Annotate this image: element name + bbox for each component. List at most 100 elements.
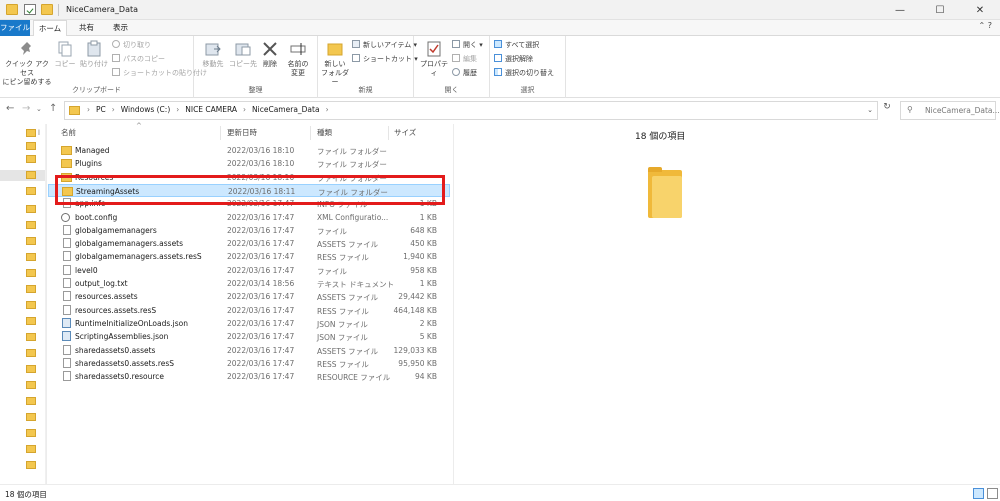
history-button[interactable]: 履歴 <box>452 68 477 79</box>
new-folder-quick-icon[interactable] <box>41 4 53 15</box>
maximize-button[interactable]: ☐ <box>920 0 960 20</box>
file-row[interactable]: app.info 2022/03/16 17:47 INFO ファイル 1 KB <box>48 197 450 210</box>
breadcrumb-current[interactable]: NiceCamera_Data <box>252 105 320 114</box>
status-bar: 18 個の項目 <box>0 484 1000 501</box>
file-row[interactable]: resources.assets 2022/03/16 17:47 ASSETS フ… <box>48 290 450 303</box>
nav-item[interactable] <box>0 332 46 343</box>
new-folder-button[interactable]: 新しい フォルダー <box>320 40 350 87</box>
file-type: ASSETS ファイル <box>317 240 379 250</box>
nav-item[interactable] <box>0 396 46 407</box>
nav-item[interactable] <box>0 428 46 439</box>
refresh-icon[interactable]: ↻ <box>880 102 894 119</box>
nav-item[interactable] <box>0 284 46 295</box>
nav-item[interactable] <box>0 141 46 152</box>
properties-button[interactable]: プロパティ <box>418 40 450 78</box>
nav-item[interactable] <box>0 364 46 375</box>
recent-locations-chevron-icon[interactable]: ⌄ <box>36 105 42 113</box>
address-bar[interactable]: › PC › Windows (C:) › NICE CAMERA › Nice… <box>64 101 878 120</box>
tab-share[interactable]: 共有 <box>73 20 100 36</box>
file-row[interactable]: globalgamemanagers.assets 2022/03/16 17:4… <box>48 237 450 250</box>
file-name: resources.assets <box>75 292 138 302</box>
edit-button[interactable]: 編集 <box>452 54 477 65</box>
breadcrumb-drive[interactable]: Windows (C:) <box>121 105 170 114</box>
file-row[interactable]: sharedassets0.assets.resS 2022/03/16 17:4… <box>48 357 450 370</box>
nav-item[interactable] <box>0 236 46 247</box>
file-row-selected[interactable]: StreamingAssets 2022/03/16 18:11 ファイル フォルダ… <box>48 183 450 198</box>
nav-item[interactable] <box>0 412 46 423</box>
nav-item[interactable] <box>0 220 46 231</box>
scissors-icon <box>112 40 120 48</box>
column-header-name[interactable]: 名前 <box>61 124 76 142</box>
copy-button[interactable]: コピー <box>52 40 78 69</box>
file-name: boot.config <box>75 212 118 222</box>
nav-item[interactable] <box>0 316 46 327</box>
folder-icon <box>26 397 36 405</box>
file-row[interactable]: resources.assets.resS 2022/03/16 17:47 RES… <box>48 304 450 317</box>
large-icons-view-icon[interactable] <box>987 488 998 499</box>
minimize-button[interactable]: — <box>880 0 920 20</box>
paste-shortcut-button[interactable]: ショートカットの貼り付け <box>112 68 207 79</box>
nav-item[interactable] <box>0 252 46 263</box>
nav-item[interactable] <box>0 348 46 359</box>
nav-scrollbar[interactable] <box>45 124 46 484</box>
delete-button[interactable]: 削除 <box>258 40 282 69</box>
forward-arrow-icon[interactable]: → <box>22 103 30 114</box>
pin-quick-access-button[interactable]: クイック アクセス にピン留めする <box>2 40 52 87</box>
properties-quick-icon[interactable] <box>24 4 36 15</box>
select-all-button[interactable]: すべて選択 <box>494 40 539 51</box>
column-header-date[interactable]: 更新日時 <box>227 124 257 142</box>
copy-path-button[interactable]: パスのコピー <box>112 54 165 65</box>
close-button[interactable]: ✕ <box>960 0 1000 20</box>
address-dropdown-icon[interactable]: ⌄ <box>867 106 873 114</box>
easy-access-button[interactable]: ショートカット ▾ <box>352 54 418 65</box>
nav-item[interactable] <box>0 444 46 455</box>
rename-button[interactable]: 名前の 変更 <box>282 40 314 78</box>
file-type: JSON ファイル <box>317 319 368 329</box>
paste-button[interactable]: 貼り付け <box>78 40 110 69</box>
cut-button[interactable]: 切り取り <box>112 40 151 51</box>
column-header-size[interactable]: サイズ <box>394 124 416 142</box>
file-row[interactable]: Resources 2022/03/16 18:10 ファイル フォルダー <box>48 171 450 184</box>
select-none-button[interactable]: 選択解除 <box>494 54 533 65</box>
file-row[interactable]: output_log.txt 2022/03/14 18:56 テキスト ドキュメン… <box>48 277 450 290</box>
column-divider[interactable] <box>310 126 311 140</box>
file-row[interactable]: globalgamemanagers 2022/03/16 17:47 ファイル 64… <box>48 224 450 237</box>
nav-item-selected[interactable] <box>0 170 46 181</box>
collapse-ribbon-icon[interactable]: ⌃ ? <box>979 21 993 30</box>
move-to-button[interactable]: 移動先 <box>198 40 228 69</box>
file-row[interactable]: globalgamemanagers.assets.resS 2022/03/16… <box>48 250 450 263</box>
nav-item[interactable] <box>0 186 46 197</box>
back-arrow-icon[interactable]: ← <box>6 103 14 114</box>
file-row[interactable]: boot.config 2022/03/16 17:47 XML Configura… <box>48 211 450 224</box>
column-divider[interactable] <box>220 126 221 140</box>
open-button[interactable]: 開く ▾ <box>452 40 483 51</box>
nav-item[interactable] <box>0 268 46 279</box>
file-row[interactable]: Plugins 2022/03/16 18:10 ファイル フォルダー <box>48 157 450 170</box>
copy-to-button[interactable]: コピー先 <box>228 40 258 69</box>
file-row[interactable]: sharedassets0.resource 2022/03/16 17:47 RE… <box>48 370 450 383</box>
tab-file[interactable]: ファイル <box>0 20 30 36</box>
breadcrumb-pc[interactable]: PC <box>96 105 106 114</box>
nav-item[interactable] <box>0 380 46 391</box>
nav-item[interactable] <box>0 460 46 471</box>
nav-item[interactable] <box>0 204 46 215</box>
column-divider[interactable] <box>388 126 389 140</box>
up-arrow-icon[interactable]: ↑ <box>49 103 57 114</box>
file-row[interactable]: sharedassets0.assets 2022/03/16 17:47 ASSE… <box>48 344 450 357</box>
file-row[interactable]: level0 2022/03/16 17:47 ファイル 958 KB <box>48 264 450 277</box>
tab-home[interactable]: ホーム <box>33 20 67 37</box>
details-view-icon[interactable] <box>973 488 984 499</box>
nav-item[interactable] <box>0 154 46 165</box>
file-row[interactable]: Managed 2022/03/16 18:10 ファイル フォルダー <box>48 144 450 157</box>
tab-view[interactable]: 表示 <box>107 20 134 36</box>
nav-item[interactable] <box>0 300 46 311</box>
column-header-type[interactable]: 種類 <box>317 124 332 142</box>
nav-item[interactable]: l <box>0 128 46 139</box>
file-row[interactable]: RuntimeInitializeOnLoads.json 2022/03/16 … <box>48 317 450 330</box>
folder-icon <box>6 4 18 15</box>
invert-selection-button[interactable]: 選択の切り替え <box>494 68 554 79</box>
breadcrumb-nice-camera[interactable]: NICE CAMERA <box>185 105 237 114</box>
new-item-button[interactable]: 新しいアイテム ▾ <box>352 40 417 51</box>
file-row[interactable]: ScriptingAssemblies.json 2022/03/16 17:47… <box>48 330 450 343</box>
search-input[interactable]: ⚲ NiceCamera_Data... <box>900 101 1000 120</box>
